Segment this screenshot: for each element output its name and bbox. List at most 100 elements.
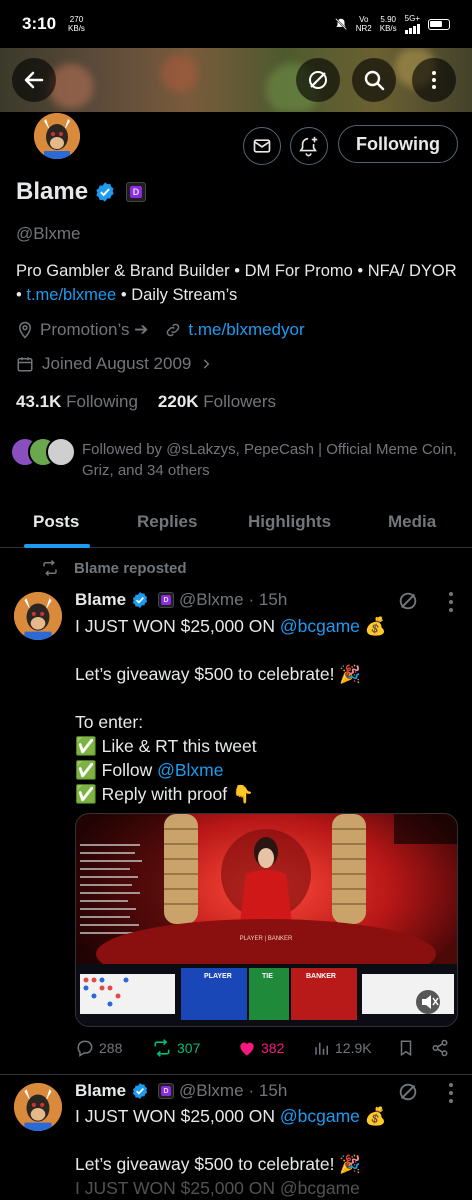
tab-highlights[interactable]: Highlights: [248, 512, 331, 532]
bell-plus-icon: [299, 136, 318, 157]
repost-text: Blame reposted: [74, 559, 187, 577]
repost-label: Blame reposted: [40, 559, 187, 577]
profile-meta-location: Promotion’s ➔ t.me/blxmedyor: [16, 320, 305, 340]
signal-icon: [404, 23, 420, 34]
views-chart-icon: [315, 1042, 328, 1055]
following-stat[interactable]: 43.1K Following: [16, 392, 138, 412]
more-button[interactable]: [412, 58, 456, 102]
views-button[interactable]: 12.9K: [313, 1039, 397, 1057]
bookmark-button[interactable]: [397, 1039, 431, 1057]
post-author-handle[interactable]: @Blxme: [179, 1081, 244, 1101]
grok-icon: [309, 71, 327, 89]
tab-media[interactable]: Media: [388, 512, 436, 532]
post-line-2: Let’s giveaway $500 to celebrate! 🎉: [75, 664, 362, 684]
reply-icon: [77, 1040, 93, 1057]
volte-indicator: Vo NR2: [356, 15, 372, 33]
post-author-name[interactable]: Blame: [75, 590, 126, 610]
mention-link[interactable]: @Blxme: [157, 760, 223, 780]
mention-link[interactable]: @bcgame: [280, 1106, 360, 1126]
affiliate-badge-icon: D: [158, 592, 175, 608]
media-banker-label: BANKER: [306, 973, 336, 980]
net-speed-value: 270: [69, 15, 84, 24]
network-label: 5G+: [404, 14, 420, 23]
following-count: 43.1K: [16, 392, 62, 411]
post-author-handle[interactable]: @Blxme: [179, 590, 244, 610]
mute-bell-icon: [334, 18, 347, 30]
website-link[interactable]: t.me/blxmedyor: [188, 320, 304, 340]
share-icon: [432, 1039, 448, 1057]
nr-label: NR2: [355, 24, 372, 33]
profile-avatar[interactable]: [34, 113, 80, 159]
post-actions: 288 307 382 12.9K: [75, 1038, 455, 1058]
affiliate-badge-icon: D: [158, 1083, 175, 1099]
profile-handle: @Blxme: [16, 224, 81, 243]
post-time: · 15h: [248, 590, 288, 609]
post-line-6: ✅ Reply with proof 👇: [75, 784, 254, 804]
post-line-1: I JUST WON $25,000 ON @bcgame 💰: [75, 614, 387, 638]
bookmark-icon: [400, 1040, 412, 1057]
like-button[interactable]: 382: [237, 1038, 313, 1058]
profile-bio: Pro Gambler & Brand Builder • DM For Pro…: [16, 259, 461, 307]
follower-avatar: [46, 437, 76, 467]
mention-link[interactable]: @bcgame: [280, 616, 360, 636]
profile-name-row: Blame D: [16, 178, 147, 206]
post-media-image[interactable]: PLAYER | BANKER PLAYER TIE BANKER: [75, 813, 458, 1027]
followers-label: Followers: [203, 392, 277, 411]
location-text: Promotion’s ➔: [40, 320, 149, 339]
grok-icon[interactable]: [397, 1081, 419, 1103]
notify-button[interactable]: [290, 127, 328, 165]
profile-meta-joined[interactable]: Joined August 2009: [16, 354, 213, 374]
profile-tabs: Posts Replies Highlights Media: [0, 500, 472, 548]
money-bag-emoji: 💰: [364, 616, 387, 636]
location-pin-icon: [18, 321, 32, 339]
post-line-5: ✅ Follow @Blxme: [75, 758, 387, 782]
speed2-unit: KB/s: [379, 24, 397, 33]
baccarat-stream-image: PLAYER | BANKER PLAYER TIE BANKER: [76, 814, 457, 1026]
followed-by-avatars: [10, 437, 76, 467]
like-count: 382: [261, 1040, 285, 1056]
network-type: 5G+: [404, 14, 420, 34]
repost-count: 307: [177, 1040, 201, 1056]
post-line-2: Let’s giveaway $500 to celebrate! 🎉: [75, 1154, 362, 1174]
following-button[interactable]: Following: [338, 125, 458, 163]
post-author-name[interactable]: Blame: [75, 1081, 126, 1101]
post-avatar[interactable]: [14, 592, 62, 640]
reply-count: 288: [99, 1040, 123, 1056]
reply-button[interactable]: 288: [75, 1038, 151, 1058]
grok-button[interactable]: [296, 58, 340, 102]
following-label: Following: [66, 392, 138, 411]
post-line-1: I JUST WON $25,000 ON @bcgame 💰: [75, 1104, 387, 1128]
share-button[interactable]: [431, 1039, 449, 1057]
heart-icon: [240, 1042, 254, 1056]
search-button[interactable]: [352, 58, 396, 102]
joined-text: Joined August 2009: [42, 354, 192, 373]
more-vertical-icon: [432, 71, 436, 89]
post-more-icon[interactable]: [449, 592, 453, 616]
affiliate-badge-icon[interactable]: D: [126, 182, 147, 202]
followed-by[interactable]: Followed by @sLakzys, PepeCash | Officia…: [10, 437, 462, 481]
message-button[interactable]: [243, 127, 281, 165]
bio-text-end: • Daily Stream’s: [116, 286, 238, 304]
tab-posts[interactable]: Posts: [33, 512, 79, 532]
avatar-image: [14, 592, 62, 640]
post-more-icon[interactable]: [449, 1083, 453, 1107]
post-line-4: ✅ Like & RT this tweet: [75, 736, 257, 756]
link-icon: [167, 323, 180, 337]
active-tab-indicator: [24, 544, 90, 548]
bio-link[interactable]: t.me/blxmee: [26, 286, 116, 304]
verified-badge-icon: [132, 1083, 148, 1099]
post-avatar[interactable]: [14, 1083, 62, 1131]
media-player-label: PLAYER: [204, 973, 232, 980]
search-icon: [364, 70, 385, 91]
post-line-3-faded: I JUST WON $25,000 ON @bcgame: [75, 1178, 360, 1198]
verified-badge-icon: [96, 182, 114, 202]
back-button[interactable]: [12, 58, 56, 102]
arrow-left-icon: [24, 71, 44, 89]
follow-stats: 43.1K Following 220K Followers: [16, 392, 276, 412]
followers-stat[interactable]: 220K Followers: [158, 392, 276, 412]
vo-label: Vo: [359, 15, 369, 24]
post-line-1-text: I JUST WON $25,000 ON: [75, 616, 280, 636]
repost-button[interactable]: 307: [151, 1038, 237, 1058]
grok-icon[interactable]: [397, 590, 419, 612]
tab-replies[interactable]: Replies: [137, 512, 197, 532]
